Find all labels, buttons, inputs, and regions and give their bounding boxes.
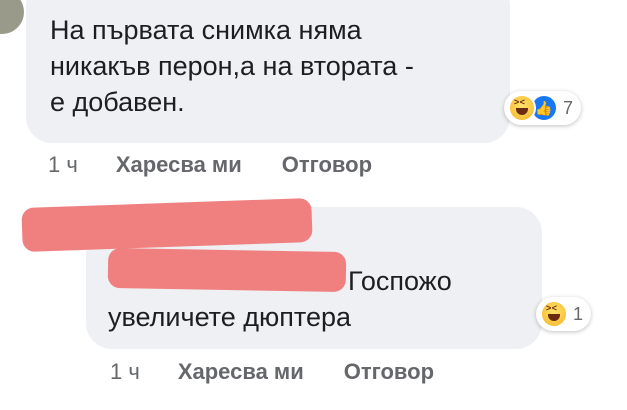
comment-text-line: увеличете дюптера xyxy=(108,302,351,332)
reaction-summary[interactable]: 1 xyxy=(536,297,592,331)
comment-time[interactable]: 1 ч xyxy=(110,359,140,385)
comment-actions: 1 ч Харесва ми Отговор xyxy=(110,359,434,385)
haha-icon xyxy=(540,300,568,328)
reaction-count: 7 xyxy=(563,97,574,118)
comment-text-line: Госпожо xyxy=(348,266,452,296)
haha-icon xyxy=(508,94,536,122)
reaction-count: 1 xyxy=(573,303,584,324)
comment-text: Госпожо увеличете дюптера xyxy=(108,263,452,335)
comment-bubble: На първата снимка няма никакъв перон,а н… xyxy=(26,0,510,143)
redaction-mark xyxy=(107,247,347,293)
reply-button[interactable]: Отговор xyxy=(344,359,434,385)
comment-text: На първата снимка няма никакъв перон,а н… xyxy=(50,15,414,117)
like-button[interactable]: Харесва ми xyxy=(178,359,304,385)
reaction-summary[interactable]: 👍 7 xyxy=(504,91,582,125)
reply-button[interactable]: Отговор xyxy=(282,152,372,178)
comment-time[interactable]: 1 ч xyxy=(48,152,78,178)
like-button[interactable]: Харесва ми xyxy=(116,152,242,178)
comment-actions: 1 ч Харесва ми Отговор xyxy=(48,152,372,178)
avatar[interactable] xyxy=(0,0,24,34)
